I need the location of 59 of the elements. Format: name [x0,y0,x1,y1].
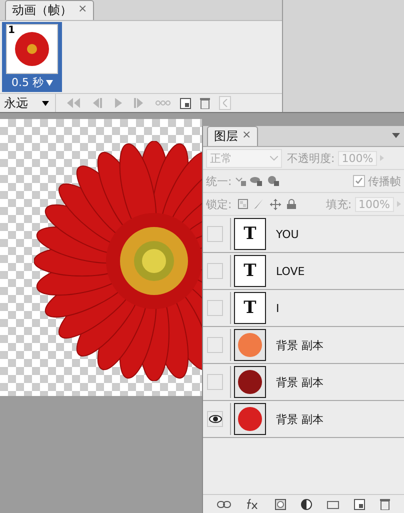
visibility-toggle[interactable] [207,411,223,427]
tween-icon[interactable] [155,99,171,107]
fx-icon[interactable] [246,499,260,509]
close-button[interactable]: × [78,2,88,19]
text-layer-thumbnail: T [234,218,266,250]
trash-icon[interactable] [200,97,210,109]
layer-name: YOU [276,228,299,240]
new-frame-icon[interactable] [180,98,191,108]
frame-number: 1 [8,25,15,36]
frame-delay[interactable]: 0.5 秒 [12,75,44,90]
animation-tab[interactable]: 动画（帧） × [5,0,94,20]
chevron-left-icon[interactable] [222,99,228,107]
visibility-toggle[interactable] [207,226,223,242]
unify-label: 统一: [206,174,232,188]
layer-row[interactable]: 背景 副本 [203,327,404,364]
text-layer-thumbnail: T [234,255,266,287]
layer-row[interactable]: T YOU [203,216,404,253]
caret-icon[interactable] [42,100,49,106]
layers-tab[interactable]: 图层 × [207,126,258,146]
flower-thumbnail [234,329,266,361]
loop-dropdown[interactable]: 永远 [0,94,56,112]
brush-icon[interactable] [254,199,264,209]
lock-transparency-icon[interactable] [238,199,248,209]
layer-name: 背景 副本 [276,412,324,426]
chevron-down-icon[interactable] [270,156,278,160]
layer-name: I [276,302,280,314]
mask-icon[interactable] [274,498,286,510]
visibility-toggle[interactable] [207,263,223,279]
folder-icon[interactable] [327,500,340,508]
layer-row[interactable]: T LOVE [203,253,404,290]
layer-row[interactable]: 背景 副本 [203,364,404,401]
move-icon[interactable] [270,198,281,210]
link-icon[interactable] [216,500,231,508]
visibility-toggle[interactable] [207,300,223,316]
animation-frame[interactable]: 1 0.5 秒 [2,22,62,92]
visibility-toggle[interactable] [207,337,223,353]
adjustment-layer-icon[interactable] [300,498,312,510]
visibility-toggle[interactable] [207,374,223,390]
propagate-label: 传播帧 [368,174,401,188]
layer-row[interactable]: T I [203,290,404,327]
flower-thumbnail [234,403,266,435]
lock-icon[interactable] [286,199,296,209]
trash-icon[interactable] [380,498,390,510]
first-frame-icon[interactable] [65,98,81,108]
flower-thumbnail [234,366,266,398]
new-layer-icon[interactable] [354,498,366,510]
layer-name: 背景 副本 [276,338,324,352]
close-button[interactable]: × [242,128,252,145]
fill-label: 填充: [326,196,352,212]
panel-menu-icon[interactable] [392,133,400,138]
propagate-checkbox[interactable] [353,175,365,187]
layer-name: 背景 副本 [276,374,324,390]
layer-row[interactable]: 背景 副本 [203,401,404,438]
play-icon[interactable] [113,98,123,108]
layer-name: LOVE [276,264,305,278]
text-layer-thumbnail: T [234,292,266,324]
opacity-label: 不透明度: [287,150,335,166]
lock-label: 锁定: [206,196,232,212]
scroll-left-button[interactable] [219,96,231,110]
